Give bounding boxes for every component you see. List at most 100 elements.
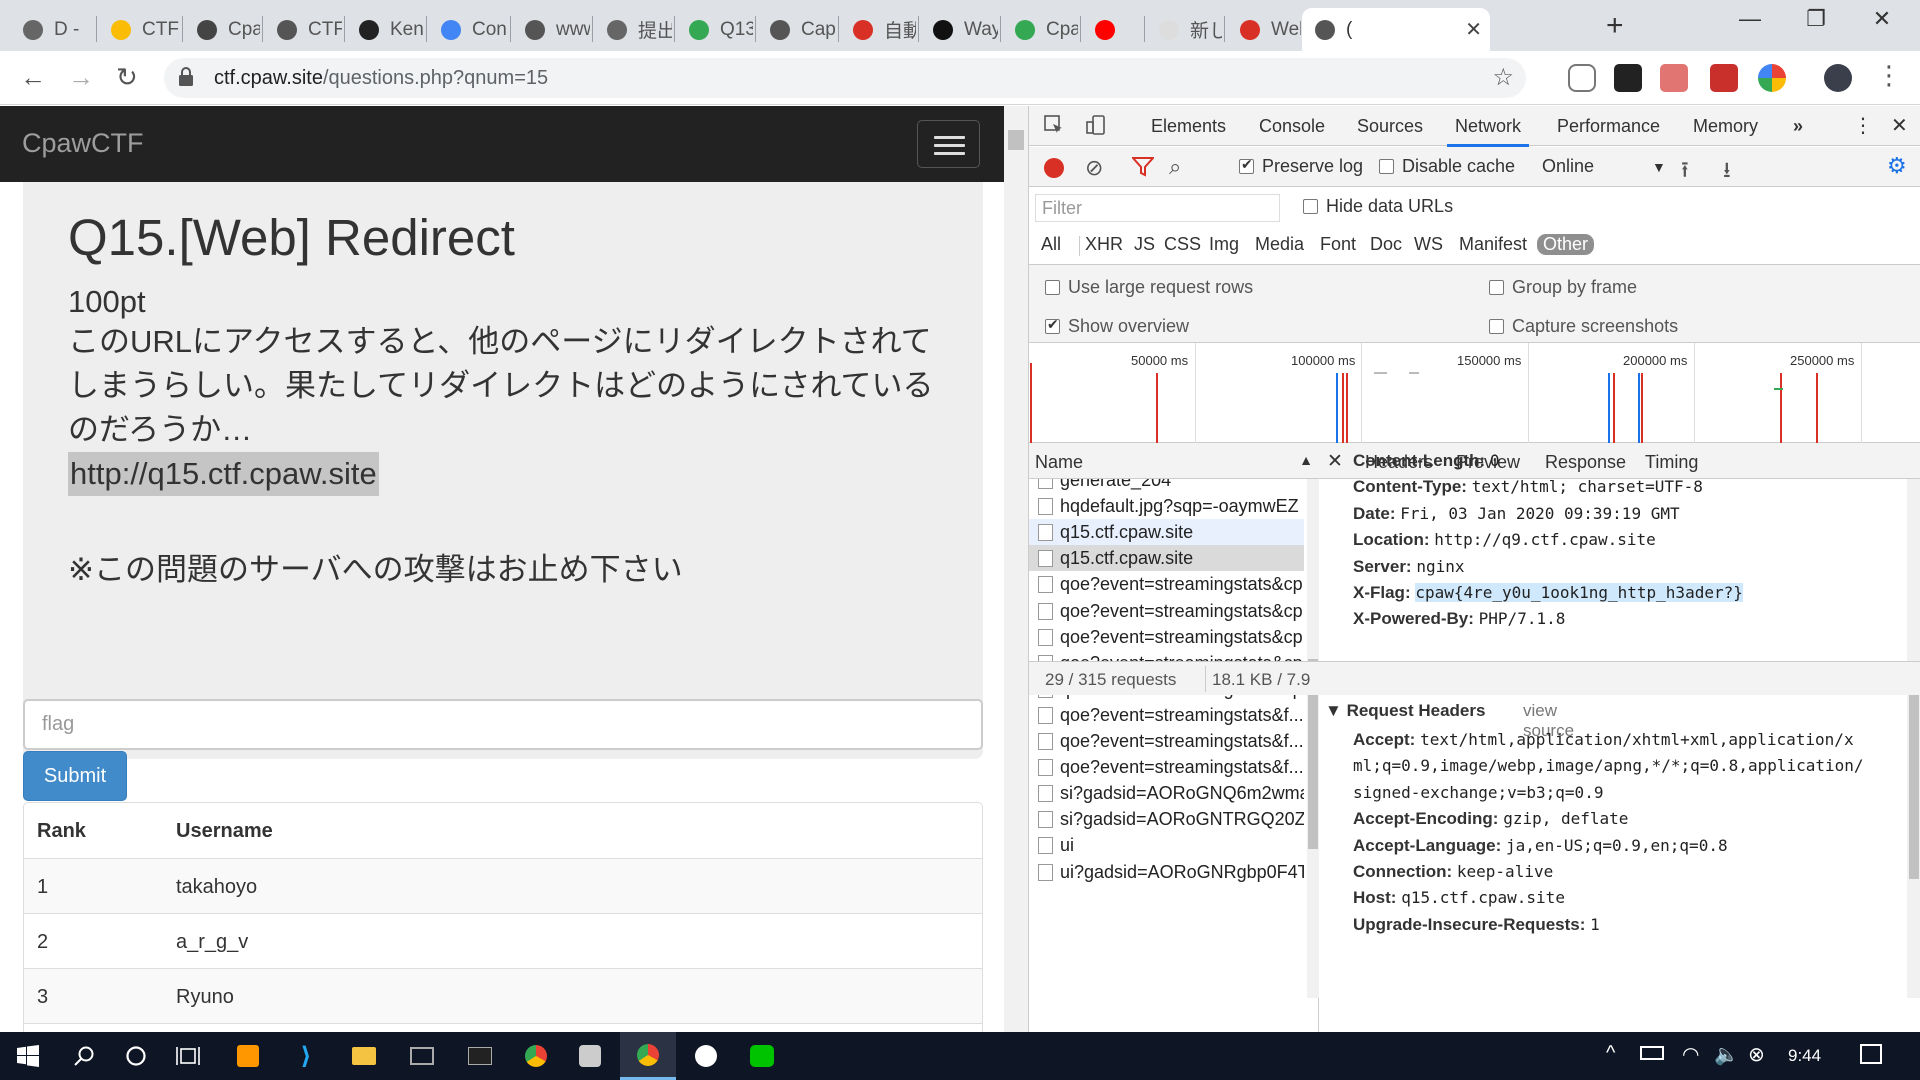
request-row[interactable]: si?gadsid=AORoGNQ6m2wma <box>1029 780 1304 806</box>
request-row[interactable]: si?gadsid=AORoGNTRGQ20Ze <box>1029 806 1304 832</box>
tab-performance[interactable]: Performance <box>1557 116 1660 137</box>
navbar-toggle-button[interactable] <box>917 120 980 168</box>
question-link[interactable]: http://q15.ctf.cpaw.site <box>68 452 379 496</box>
name-column-header[interactable]: Name ▲ <box>1029 443 1319 479</box>
network-overview-timeline[interactable]: 50000 ms 100000 ms 150000 ms 200000 ms 2… <box>1029 343 1920 443</box>
tab-timing[interactable]: Timing <box>1645 452 1698 473</box>
filter-funnel-icon[interactable] <box>1130 157 1156 182</box>
maximize-button[interactable]: ❐ <box>1786 6 1846 32</box>
menu-kebab-icon[interactable]: ⋮ <box>1876 60 1902 91</box>
browser-tab[interactable]: Q13 <box>676 8 753 51</box>
request-row[interactable]: qoe?event=streamingstats&cp <box>1029 571 1304 597</box>
export-har-icon[interactable]: ⭳ <box>1723 153 1731 191</box>
browser-tab[interactable]: CTF <box>264 8 342 51</box>
type-media[interactable]: Media <box>1255 234 1304 255</box>
type-doc[interactable]: Doc <box>1370 234 1402 255</box>
browser-tab[interactable]: Cpa <box>1002 8 1078 51</box>
search-icon[interactable]: ⌕ <box>1169 154 1181 180</box>
tab-console[interactable]: Console <box>1259 116 1325 137</box>
settings-gear-icon[interactable]: ⚙ <box>1887 153 1907 179</box>
type-manifest[interactable]: Manifest <box>1459 234 1527 255</box>
import-har-icon[interactable]: ⭱ <box>1681 153 1689 191</box>
request-row[interactable]: qoe?event=streamingstats&cp <box>1029 624 1304 650</box>
flag-input[interactable]: flag <box>23 699 983 750</box>
cortana-icon[interactable] <box>108 1032 164 1080</box>
disable-cache-checkbox[interactable]: Disable cache <box>1379 156 1515 177</box>
line-app-icon[interactable] <box>734 1032 790 1080</box>
terminal-icon[interactable] <box>452 1032 508 1080</box>
address-bar[interactable]: ctf.cpaw.site/questions.php?qnum=15 ☆ <box>164 58 1526 98</box>
volume-icon[interactable]: 🔈 <box>1714 1042 1739 1067</box>
chrome-icon[interactable] <box>508 1032 564 1080</box>
inspect-element-icon[interactable] <box>1043 114 1065 141</box>
vscode-icon[interactable]: ⟩ <box>278 1032 334 1080</box>
request-row[interactable]: qoe?event=streamingstats&cp <box>1029 598 1304 624</box>
close-devtools-icon[interactable]: ✕ <box>1891 113 1908 138</box>
browser-tab[interactable]: Ken <box>346 8 424 51</box>
record-icon[interactable] <box>1044 158 1064 178</box>
device-toolbar-icon[interactable] <box>1085 114 1107 141</box>
request-list-scrollbar[interactable] <box>1307 479 1319 998</box>
request-row[interactable]: q15.ctf.cpaw.site <box>1029 545 1304 572</box>
preserve-log-checkbox[interactable]: Preserve log <box>1239 156 1363 177</box>
browser-tab[interactable]: www <box>512 8 590 51</box>
tab-sources[interactable]: Sources <box>1357 116 1423 137</box>
type-js[interactable]: JS <box>1134 234 1155 255</box>
app-icon[interactable] <box>562 1032 618 1080</box>
browser-tab[interactable]: Way <box>920 8 998 51</box>
request-row[interactable]: generate_204 <box>1029 479 1304 493</box>
browser-tab[interactable]: Web <box>1227 8 1301 51</box>
minimize-button[interactable]: — <box>1720 6 1780 32</box>
type-all[interactable]: All <box>1041 234 1061 255</box>
request-headers-section[interactable]: ▼ Request Headers view source <box>1325 701 1574 740</box>
type-img[interactable]: Img <box>1209 234 1239 255</box>
tab-network[interactable]: Network <box>1446 116 1530 147</box>
browser-tab[interactable]: D - <box>10 8 94 51</box>
sublime-text-icon[interactable] <box>220 1032 276 1080</box>
type-css[interactable]: CSS <box>1164 234 1201 255</box>
browser-tab[interactable]: Cap <box>757 8 836 51</box>
request-row[interactable]: ui?gadsid=AORoGNRgbp0F4T <box>1029 859 1304 885</box>
extension-chrome-icon[interactable] <box>1758 64 1786 92</box>
type-font[interactable]: Font <box>1320 234 1356 255</box>
app-window-icon[interactable] <box>394 1032 450 1080</box>
request-row[interactable]: qoe?event=streamingstats&f... <box>1029 728 1304 754</box>
reload-button[interactable]: ↻ <box>116 62 138 93</box>
group-by-frame-checkbox[interactable]: Group by frame <box>1489 277 1637 298</box>
browser-tab[interactable]: Cpa <box>184 8 260 51</box>
browser-tab[interactable]: CTF <box>98 8 180 51</box>
filter-input[interactable]: Filter <box>1035 194 1280 222</box>
notification-off-icon[interactable]: ⊗ <box>1748 1042 1765 1067</box>
close-window-button[interactable]: ✕ <box>1852 6 1912 32</box>
throttling-select[interactable]: Online ▼ <box>1542 156 1666 177</box>
back-button[interactable]: ← <box>20 62 46 93</box>
capture-screenshots-checkbox[interactable]: Capture screenshots <box>1489 316 1678 337</box>
tab-response[interactable]: Response <box>1545 452 1626 473</box>
more-tabs-icon[interactable]: » <box>1793 116 1803 137</box>
site-brand[interactable]: CpawCTF <box>22 128 144 159</box>
profile-avatar[interactable] <box>1824 64 1852 92</box>
tab-elements[interactable]: Elements <box>1151 116 1226 137</box>
show-overview-checkbox[interactable]: Show overview <box>1045 316 1189 337</box>
request-row[interactable]: qoe?event=streamingstats&f... <box>1029 754 1304 780</box>
detail-scrollbar[interactable] <box>1907 479 1920 998</box>
git-icon[interactable] <box>678 1032 734 1080</box>
file-explorer-icon[interactable] <box>336 1032 392 1080</box>
bookmark-star-icon[interactable]: ☆ <box>1492 63 1514 92</box>
type-other[interactable]: Other <box>1537 234 1595 255</box>
clock[interactable]: 9:44 <box>1788 1046 1821 1066</box>
large-rows-checkbox[interactable]: Use large request rows <box>1045 277 1253 298</box>
type-ws[interactable]: WS <box>1414 234 1443 255</box>
show-hidden-icons[interactable]: ^ <box>1606 1042 1615 1065</box>
task-view-icon[interactable] <box>160 1032 216 1080</box>
close-detail-icon[interactable]: ✕ <box>1327 450 1343 473</box>
request-row[interactable]: hqdefault.jpg?sqp=-oaymwEZ <box>1029 493 1304 519</box>
tab-memory[interactable]: Memory <box>1693 116 1758 137</box>
battery-icon[interactable] <box>1640 1046 1664 1060</box>
start-windows-icon[interactable] <box>0 1032 56 1080</box>
extension-cast-icon[interactable] <box>1660 64 1688 92</box>
extension-terminal-icon[interactable] <box>1614 64 1642 92</box>
action-center-icon[interactable] <box>1860 1044 1882 1064</box>
chrome-active-icon[interactable] <box>620 1032 676 1080</box>
extension-chat-icon[interactable] <box>1568 64 1596 92</box>
